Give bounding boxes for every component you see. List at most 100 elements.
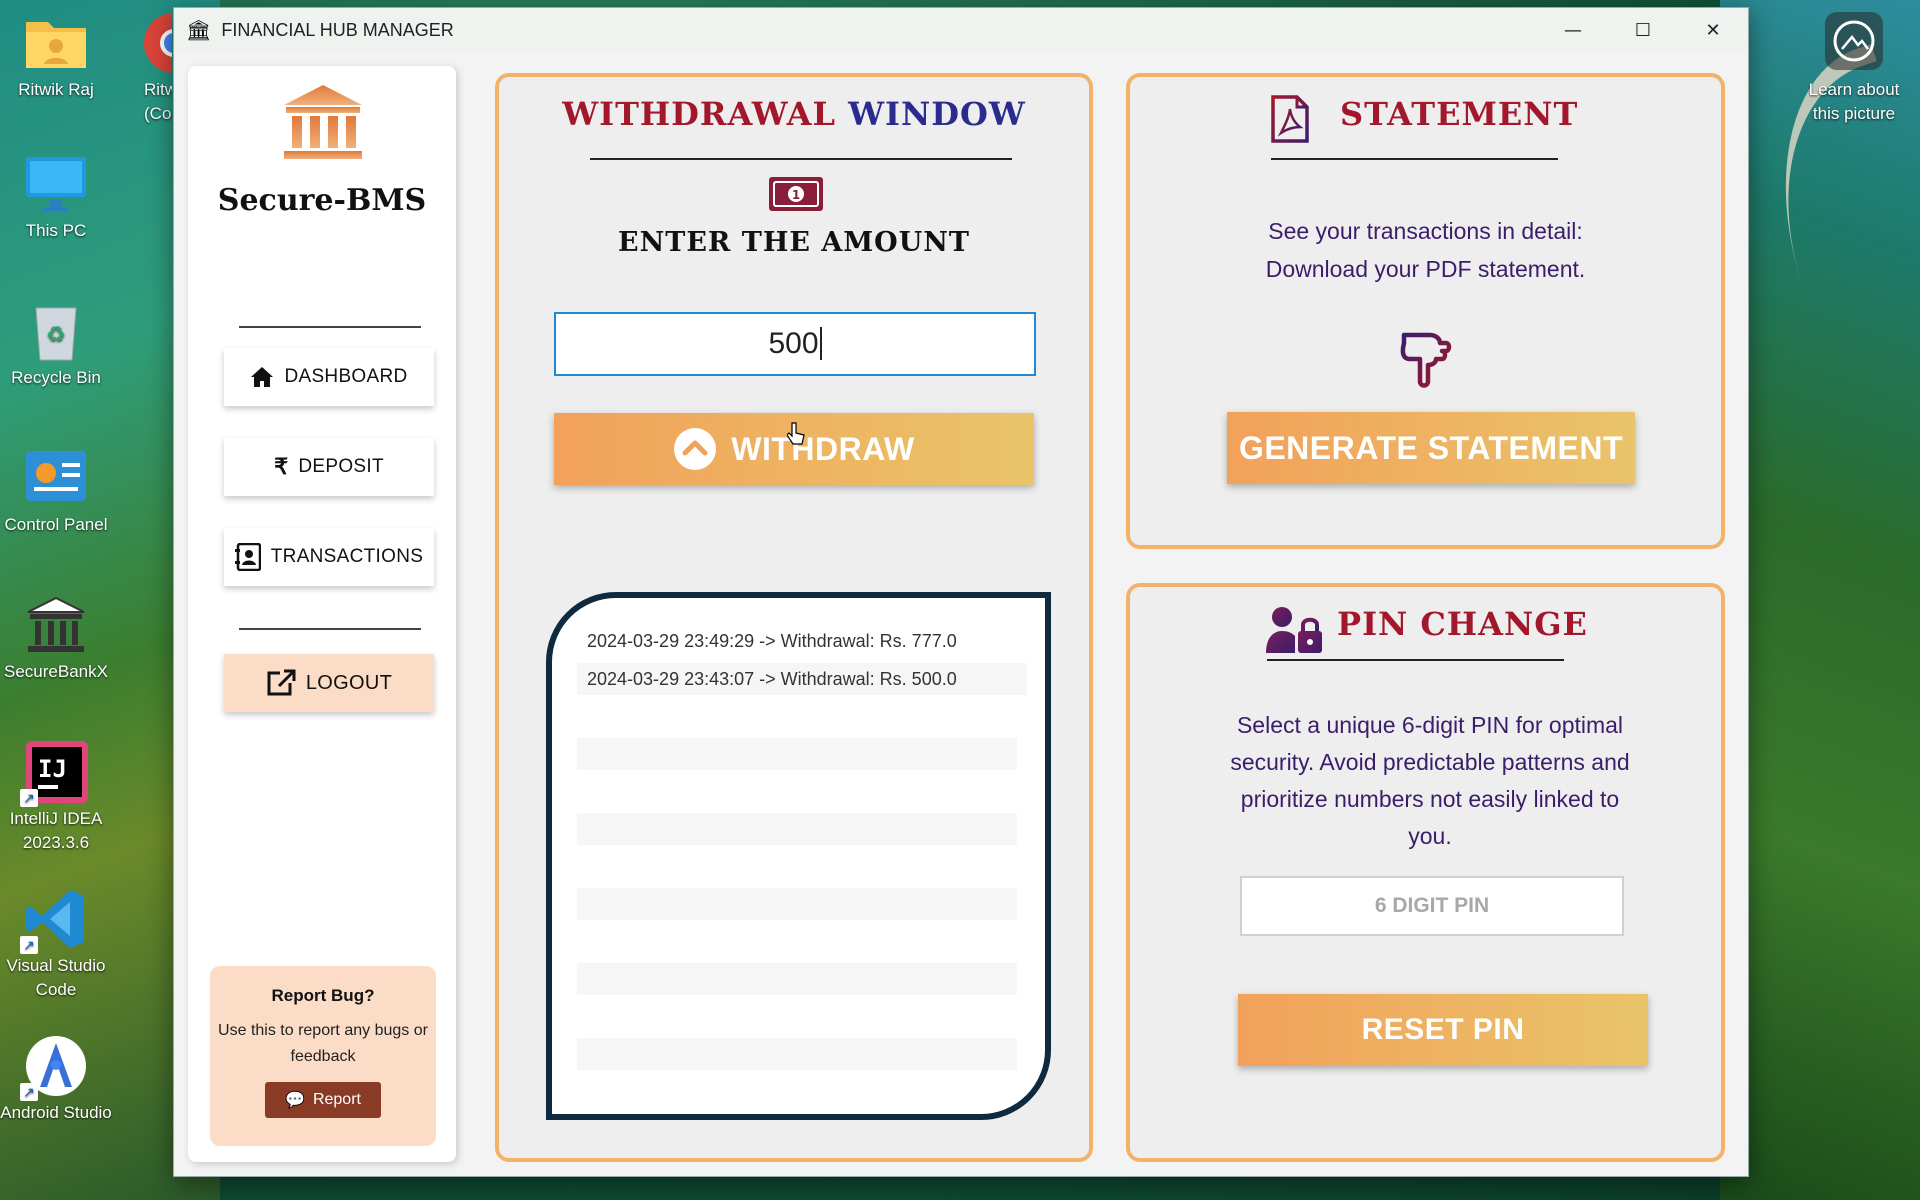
sidebar: Secure-BMS DASHBOARD ₹ DEPOSIT TRANSACTI…	[188, 66, 456, 1162]
chevron-up-circle-icon	[674, 428, 717, 470]
report-button[interactable]: 💬 Report	[265, 1082, 381, 1118]
camera-lens-icon	[1825, 12, 1883, 70]
empty-transaction-row	[577, 1038, 1017, 1070]
desktop-icon-securebankx[interactable]: SecureBankX	[0, 582, 112, 684]
transaction-row: 2024-03-29 23:43:07 -> Withdrawal: Rs. 5…	[577, 663, 1027, 695]
withdrawal-title: WITHDRAWAL WINDOW	[499, 95, 1089, 133]
user-folder-icon	[22, 12, 90, 74]
statement-panel: STATEMENT See your transactions in detai…	[1126, 73, 1725, 549]
reset-pin-button[interactable]: RESET PIN	[1238, 994, 1648, 1066]
hand-pointing-down-icon	[1398, 329, 1454, 395]
mouse-cursor-icon	[786, 422, 805, 450]
bank-logo-icon	[278, 81, 368, 165]
nav-deposit-button[interactable]: ₹ DEPOSIT	[224, 438, 434, 496]
report-bug-title: Report Bug?	[271, 986, 375, 1005]
svg-text:1: 1	[792, 188, 800, 202]
sidebar-divider	[239, 326, 421, 328]
intellij-icon: IJ ↗	[20, 741, 90, 807]
nav-transactions-label: TRANSACTIONS	[270, 546, 424, 567]
user-lock-icon	[1266, 605, 1324, 659]
statement-description: See your transactions in detail: Downloa…	[1130, 212, 1721, 288]
brand-name: Secure-BMS	[217, 183, 427, 218]
reset-pin-label: RESET PIN	[1361, 1013, 1525, 1046]
chrome-icon	[134, 12, 172, 74]
pin-input[interactable]: 6 DIGIT PIN	[1240, 876, 1624, 936]
desktop-icon-label: This PC	[25, 221, 87, 240]
desktop-icon-android-studio[interactable]: ↗ Android Studio	[0, 1023, 112, 1125]
desktop-icon-label: Ritwik Raj	[18, 80, 94, 99]
withdrawal-panel: WITHDRAWAL WINDOW 1 ENTER THE AMOUNT 500…	[495, 73, 1093, 1162]
sidebar-divider	[239, 628, 421, 630]
control-panel-icon	[22, 447, 90, 509]
statement-line1: See your transactions in detail:	[1268, 218, 1583, 244]
svg-text:♻: ♻	[46, 322, 66, 347]
pdf-file-icon	[1270, 95, 1310, 147]
svg-text:IJ: IJ	[38, 755, 67, 783]
desktop-icon-label: Android Studio	[0, 1103, 112, 1122]
vscode-icon: ↗	[20, 888, 90, 954]
enter-amount-label: ENTER THE AMOUNT	[617, 227, 971, 258]
desktop-icon-control-panel[interactable]: Control Panel	[0, 435, 112, 537]
android-studio-icon: ↗	[20, 1035, 90, 1101]
recent-transactions-card: 2024-03-29 23:49:29 -> Withdrawal: Rs. 7…	[546, 592, 1051, 1120]
desktop-icon-intellij[interactable]: IJ ↗ IntelliJ IDEA 2023.3.6	[0, 729, 112, 855]
desktop-icon-label: Ritw (Codin	[144, 80, 172, 123]
desktop-icon-recycle-bin[interactable]: ♻ Recycle Bin	[0, 288, 112, 390]
app-window: 🏛 FINANCIAL HUB MANAGER — ☐ ✕ Secure-BMS…	[173, 7, 1749, 1177]
nav-dashboard-button[interactable]: DASHBOARD	[224, 348, 434, 406]
withdrawal-title-part1: WITHDRAWAL	[562, 95, 836, 133]
report-button-label: Report	[312, 1091, 361, 1108]
amount-input-value: 500	[768, 327, 819, 360]
text-caret	[819, 327, 822, 360]
pin-change-panel: PIN CHANGE Select a unique 6-digit PIN f…	[1126, 583, 1725, 1162]
bank-icon	[22, 594, 90, 656]
desktop-icon-vscode[interactable]: ↗ Visual Studio Code	[0, 876, 112, 1002]
comment-icon: 💬	[285, 1092, 305, 1109]
close-button[interactable]: ✕	[1678, 8, 1748, 52]
desktop-icon-label: Visual Studio Code	[6, 956, 106, 999]
desktop-icon-label: SecureBankX	[4, 662, 108, 681]
contact-book-icon	[234, 543, 261, 571]
logout-label: LOGOUT	[305, 671, 393, 694]
desktop-icon-label: Recycle Bin	[11, 368, 101, 387]
desktop-icon-partial[interactable]: Ritw (Codin	[112, 0, 172, 126]
generate-statement-label: GENERATE STATEMENT	[1238, 429, 1624, 466]
nav-deposit-label: DEPOSIT	[298, 456, 384, 477]
pin-change-title: PIN CHANGE	[1337, 605, 1588, 643]
title-bar: 🏛 FINANCIAL HUB MANAGER — ☐ ✕	[174, 8, 1748, 52]
maximize-button[interactable]: ☐	[1608, 8, 1678, 52]
generate-statement-button[interactable]: GENERATE STATEMENT	[1227, 412, 1635, 484]
logout-button[interactable]: LOGOUT	[224, 654, 434, 712]
bank-icon: 🏛	[186, 18, 212, 42]
learn-about-picture[interactable]: Learn about this picture	[1794, 12, 1914, 126]
desktop-icon-label: Control Panel	[4, 515, 108, 534]
withdrawal-title-underline	[590, 158, 1012, 160]
withdraw-button-label: WITHDRAW	[731, 430, 915, 467]
empty-transaction-row	[577, 738, 1017, 770]
empty-transaction-row	[577, 888, 1017, 920]
home-icon	[251, 367, 274, 387]
nav-transactions-button[interactable]: TRANSACTIONS	[224, 528, 434, 586]
statement-line2: Download your PDF statement.	[1265, 256, 1586, 282]
monitor-icon	[22, 153, 90, 215]
rupee-icon: ₹	[274, 454, 289, 479]
empty-transaction-row	[577, 813, 1017, 845]
desktop-icon-label: IntelliJ IDEA 2023.3.6	[9, 809, 103, 852]
pin-input-placeholder: 6 DIGIT PIN	[1374, 894, 1490, 917]
pin-change-title-underline	[1267, 659, 1564, 661]
pin-change-description: Select a unique 6-digit PIN for optimal …	[1230, 712, 1630, 849]
statement-title-underline	[1271, 158, 1558, 160]
report-bug-card: Report Bug? Use this to report any bugs …	[210, 966, 436, 1146]
external-link-icon	[267, 669, 296, 696]
desktop-icon-ritwik-raj[interactable]: Ritwik Raj	[0, 0, 112, 102]
nav-dashboard-label: DASHBOARD	[284, 366, 408, 387]
report-bug-text: Use this to report any bugs or feedback	[218, 1022, 428, 1065]
minimize-button[interactable]: —	[1538, 8, 1608, 52]
learn-label: Learn about this picture	[1808, 80, 1900, 123]
desktop-icon-this-pc[interactable]: This PC	[0, 141, 112, 243]
amount-input[interactable]: 500	[554, 312, 1036, 376]
empty-transaction-row	[577, 963, 1017, 995]
statement-title: STATEMENT	[1340, 95, 1579, 133]
transaction-row: 2024-03-29 23:49:29 -> Withdrawal: Rs. 7…	[587, 631, 957, 651]
money-bill-icon: 1	[767, 175, 825, 217]
